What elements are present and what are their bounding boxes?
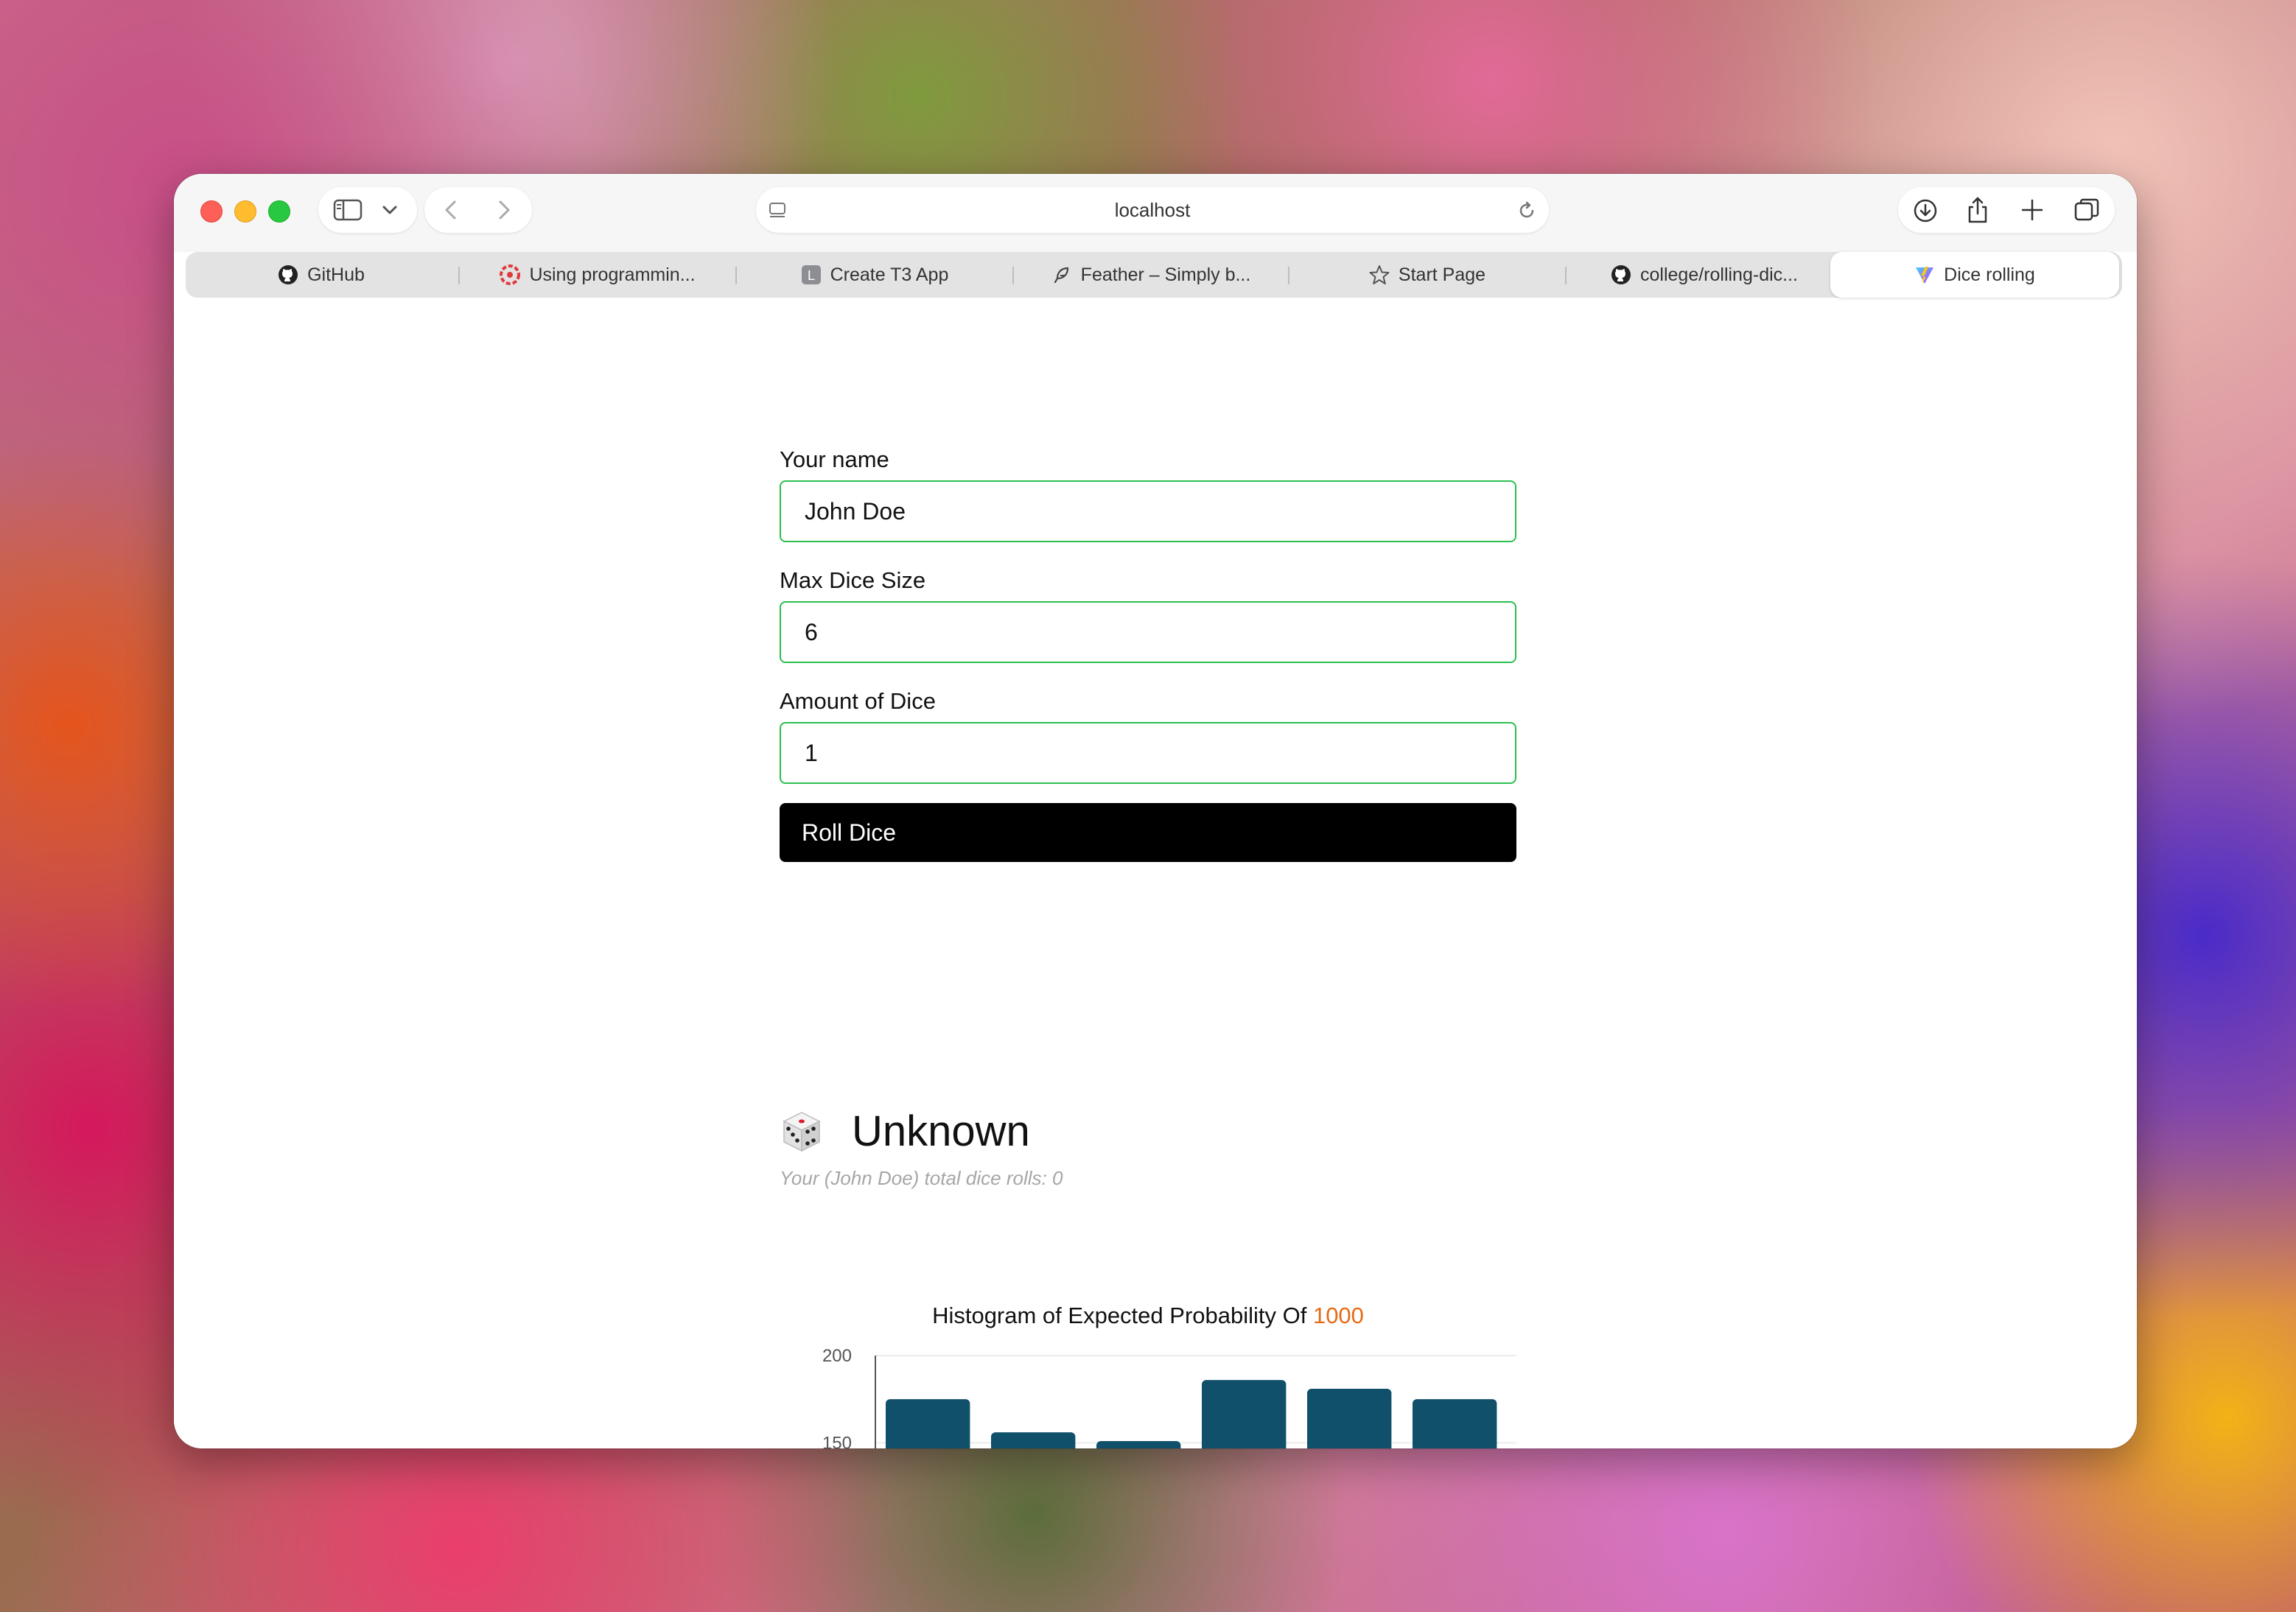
chart-title-text: Histogram of Expected Probability Of	[932, 1303, 1313, 1328]
star-icon	[1369, 265, 1390, 284]
amount-of-dice-input[interactable]: 1	[780, 722, 1516, 784]
histogram-bar-3[interactable]	[1096, 1440, 1181, 1448]
chart-title: Histogram of Expected Probability Of 100…	[780, 1303, 1516, 1329]
share-icon[interactable]	[1966, 196, 1989, 224]
tab-feather-label: Feather – Simply b...	[1080, 264, 1251, 285]
browser-toolbar: localhost	[174, 174, 2137, 252]
vite-icon	[1916, 267, 1934, 284]
tab-separator	[1288, 267, 1289, 284]
max-dice-size-label: Max Dice Size	[780, 567, 926, 593]
forward-arrow-icon[interactable]	[495, 200, 513, 220]
tab-dice-rolling[interactable]: Dice rolling	[1830, 252, 2119, 298]
github-icon	[279, 265, 298, 284]
tab-separator	[735, 267, 737, 284]
download-icon[interactable]	[1913, 198, 1938, 223]
chevron-down-icon[interactable]	[382, 203, 398, 217]
navigation-group	[424, 187, 532, 233]
histogram-bar-5[interactable]	[1307, 1388, 1392, 1448]
github-icon	[1611, 265, 1631, 284]
y-tick-label: 150	[822, 1433, 852, 1448]
tab-separator	[1012, 267, 1014, 284]
amount-of-dice-label: Amount of Dice	[780, 688, 936, 714]
tab-using-programming-label: Using programmin...	[529, 264, 696, 285]
tab-github[interactable]: GitHub	[186, 252, 457, 298]
close-window-button[interactable]	[200, 200, 223, 222]
tab-start-page-label: Start Page	[1398, 264, 1486, 285]
histogram-chart: 20015010050	[822, 1346, 1516, 1448]
roll-dice-button[interactable]: Roll Dice	[780, 803, 1516, 862]
game-die-icon	[783, 1112, 821, 1152]
tab-dice-rolling-label: Dice rolling	[1944, 264, 2035, 285]
total-rolls-note: Your (John Doe) total dice rolls: 0	[780, 1167, 1063, 1189]
tab-start-page[interactable]: Start Page	[1291, 252, 1564, 298]
tab-rolling-dice-repo[interactable]: college/rolling-dic...	[1568, 252, 1841, 298]
tab-separator	[458, 267, 460, 284]
tab-create-t3-app-label: Create T3 App	[830, 264, 949, 285]
sidebar-toggle-group	[318, 187, 417, 233]
y-tick-label: 200	[822, 1346, 852, 1366]
name-input[interactable]: John Doe	[780, 480, 1516, 542]
chart-bars	[886, 1380, 1497, 1448]
histogram-bar-4[interactable]	[1202, 1380, 1287, 1448]
result-header: Unknown	[780, 1102, 1516, 1168]
letter-l-icon: L	[801, 265, 821, 284]
result-title: Unknown	[852, 1107, 1030, 1155]
tab-overview-icon[interactable]	[2073, 197, 2100, 222]
chart-title-count: 1000	[1312, 1303, 1364, 1328]
page-content: Your name John Doe Max Dice Size 6 Amoun…	[174, 306, 2137, 1448]
histogram-bar-6[interactable]	[1413, 1399, 1497, 1448]
svg-text:L: L	[808, 268, 815, 283]
tab-github-label: GitHub	[307, 264, 365, 285]
sidebar-icon[interactable]	[333, 199, 363, 221]
reload-icon[interactable]	[1516, 200, 1537, 221]
tab-separator	[1565, 267, 1567, 284]
toolbar-actions	[1898, 187, 2115, 233]
chart-axis: 20015010050	[822, 1346, 876, 1448]
tab-create-t3-app[interactable]: L Create T3 App	[738, 252, 1011, 298]
histogram-bar-1[interactable]	[886, 1399, 970, 1448]
new-tab-icon[interactable]	[2020, 198, 2044, 222]
name-label: Your name	[780, 446, 889, 472]
tab-bar: GitHub Using programmin... L Create T3 A…	[186, 252, 2122, 298]
minimize-window-button[interactable]	[234, 200, 256, 222]
address-text: localhost	[1114, 199, 1191, 221]
tab-feather[interactable]: Feather – Simply b...	[1015, 252, 1287, 298]
max-dice-size-input[interactable]: 6	[780, 601, 1516, 663]
feather-icon	[1054, 267, 1068, 284]
tab-using-programming[interactable]: Using programmin...	[461, 252, 734, 298]
address-bar[interactable]: localhost	[756, 187, 1549, 233]
tab-rolling-dice-repo-label: college/rolling-dic...	[1640, 264, 1798, 285]
zoom-window-button[interactable]	[268, 200, 290, 222]
back-arrow-icon[interactable]	[442, 200, 460, 220]
circle-logo-icon	[500, 264, 521, 285]
browser-window: localhost GitHub Using programmin... L C…	[174, 174, 2137, 1448]
histogram-bar-2[interactable]	[991, 1432, 1076, 1448]
